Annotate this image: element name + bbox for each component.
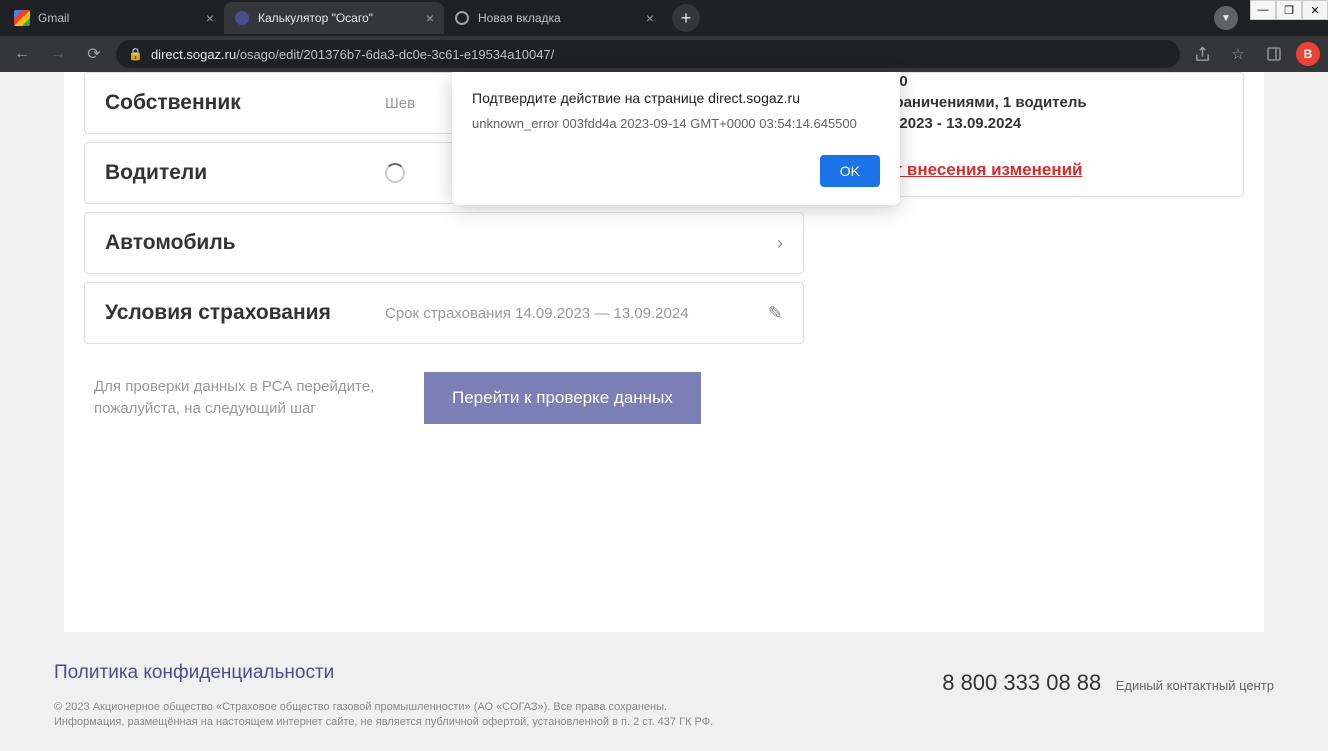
dialog-title: Подтвердите действие на странице direct.… — [472, 90, 880, 106]
alert-dialog: Подтвердите действие на странице direct.… — [452, 72, 900, 205]
dialog-overlay: Подтвердите действие на странице direct.… — [0, 0, 1328, 725]
dialog-ok-button[interactable]: OK — [820, 155, 880, 187]
dialog-message: unknown_error 003fdd4a 2023-09-14 GMT+00… — [472, 116, 880, 131]
